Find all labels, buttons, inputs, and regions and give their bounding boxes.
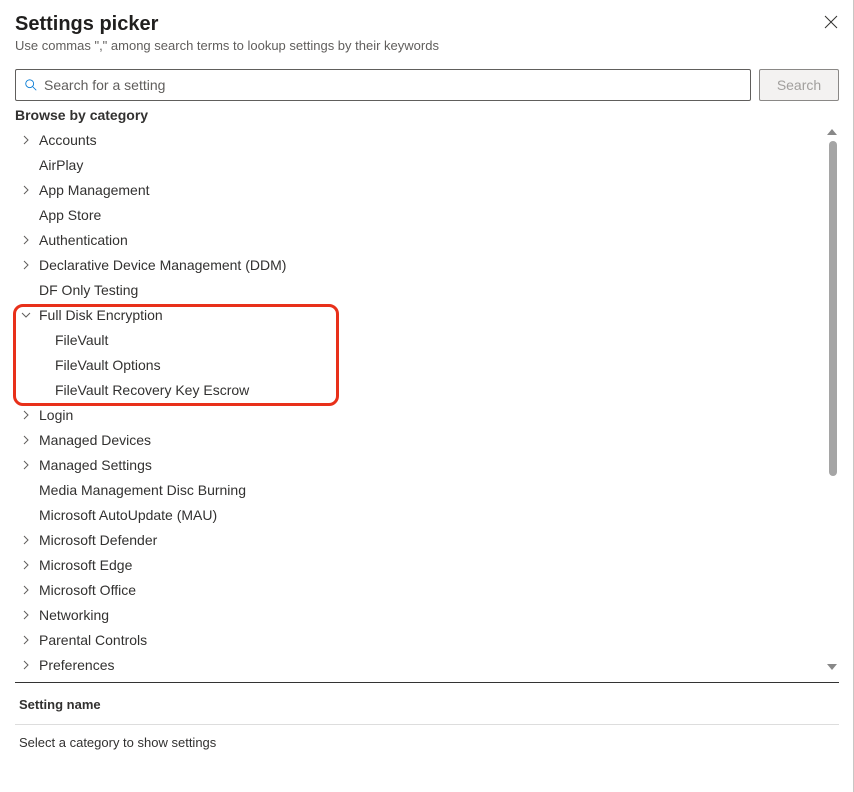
category-item[interactable]: Managed Settings [15,452,819,477]
scrollbar-track[interactable] [829,141,837,658]
category-item[interactable]: Full Disk Encryption [15,302,819,327]
category-label: Authentication [39,232,128,248]
category-child-item[interactable]: FileVault Options [15,352,819,377]
panel-title: Settings picker [15,12,839,36]
category-label: Full Disk Encryption [39,307,163,323]
category-item[interactable]: App Store [15,202,819,227]
category-child-label: FileVault Recovery Key Escrow [55,382,249,398]
category-label: App Store [39,207,101,223]
category-item[interactable]: Microsoft Edge [15,552,819,577]
category-label: Networking [39,607,109,623]
caret-up-icon [827,129,837,135]
chevron-right-icon[interactable] [19,608,33,622]
category-item[interactable]: Managed Devices [15,427,819,452]
category-label: Parental Controls [39,632,147,648]
category-child-label: FileVault Options [55,357,161,373]
category-tree-container: Accounts AirPlay App Management App Store Au… [15,127,839,672]
setting-empty-text: Select a category to show settings [15,725,839,760]
category-item[interactable]: DF Only Testing [15,277,819,302]
category-item[interactable]: Microsoft Defender [15,527,819,552]
search-box[interactable] [15,69,751,101]
category-label: Microsoft AutoUpdate (MAU) [39,507,217,523]
category-label: App Management [39,182,150,198]
chevron-right-icon[interactable] [19,658,33,672]
chevron-right-icon[interactable] [19,233,33,247]
category-label: Accounts [39,132,97,148]
chevron-right-icon[interactable] [19,558,33,572]
search-row: Search [15,69,839,101]
category-label: Declarative Device Management (DDM) [39,257,286,273]
category-label: Media Management Disc Burning [39,482,246,498]
category-item[interactable]: Parental Controls [15,627,819,652]
category-item[interactable]: Media Management Disc Burning [15,477,819,502]
search-icon [24,78,38,92]
scrollbar-thumb[interactable] [829,141,837,476]
chevron-right-icon[interactable] [19,133,33,147]
category-item[interactable]: Preferences [15,652,819,672]
category-item[interactable]: AirPlay [15,152,819,177]
category-label: Preferences [39,657,114,673]
chevron-right-icon[interactable] [19,533,33,547]
panel-header: Settings picker Use commas "," among sea… [15,12,839,59]
chevron-down-icon[interactable] [19,308,33,322]
setting-name-header: Setting name [15,683,839,725]
category-label: Microsoft Defender [39,532,157,548]
panel-subtitle: Use commas "," among search terms to loo… [15,38,839,53]
scroll-up-arrow[interactable] [827,127,837,137]
scroll-down-arrow[interactable] [827,662,837,672]
category-item[interactable]: Declarative Device Management (DDM) [15,252,819,277]
close-icon [824,15,838,29]
chevron-right-icon[interactable] [19,258,33,272]
category-child-item[interactable]: FileVault [15,327,819,352]
category-label: AirPlay [39,157,83,173]
search-input[interactable] [44,77,742,93]
category-item[interactable]: Microsoft AutoUpdate (MAU) [15,502,819,527]
category-label: Managed Settings [39,457,152,473]
category-label: DF Only Testing [39,282,138,298]
chevron-right-icon[interactable] [19,633,33,647]
category-item[interactable]: Accounts [15,127,819,152]
chevron-right-icon[interactable] [19,183,33,197]
search-button[interactable]: Search [759,69,839,101]
category-item[interactable]: App Management [15,177,819,202]
category-label: Microsoft Office [39,582,136,598]
chevron-right-icon[interactable] [19,433,33,447]
chevron-right-icon[interactable] [19,583,33,597]
chevron-right-icon[interactable] [19,458,33,472]
category-item[interactable]: Microsoft Office [15,577,819,602]
category-tree[interactable]: Accounts AirPlay App Management App Store Au… [15,127,839,672]
category-child-label: FileVault [55,332,108,348]
category-child-item[interactable]: FileVault Recovery Key Escrow [15,377,819,402]
category-item[interactable]: Login [15,402,819,427]
category-label: Login [39,407,73,423]
category-label: Microsoft Edge [39,557,132,573]
settings-picker-panel: Settings picker Use commas "," among sea… [0,0,854,792]
category-item[interactable]: Networking [15,602,819,627]
chevron-right-icon[interactable] [19,408,33,422]
close-button[interactable] [823,14,839,30]
caret-down-icon [827,664,837,670]
category-item[interactable]: Authentication [15,227,819,252]
category-label: Managed Devices [39,432,151,448]
browse-by-category-label: Browse by category [15,107,839,123]
